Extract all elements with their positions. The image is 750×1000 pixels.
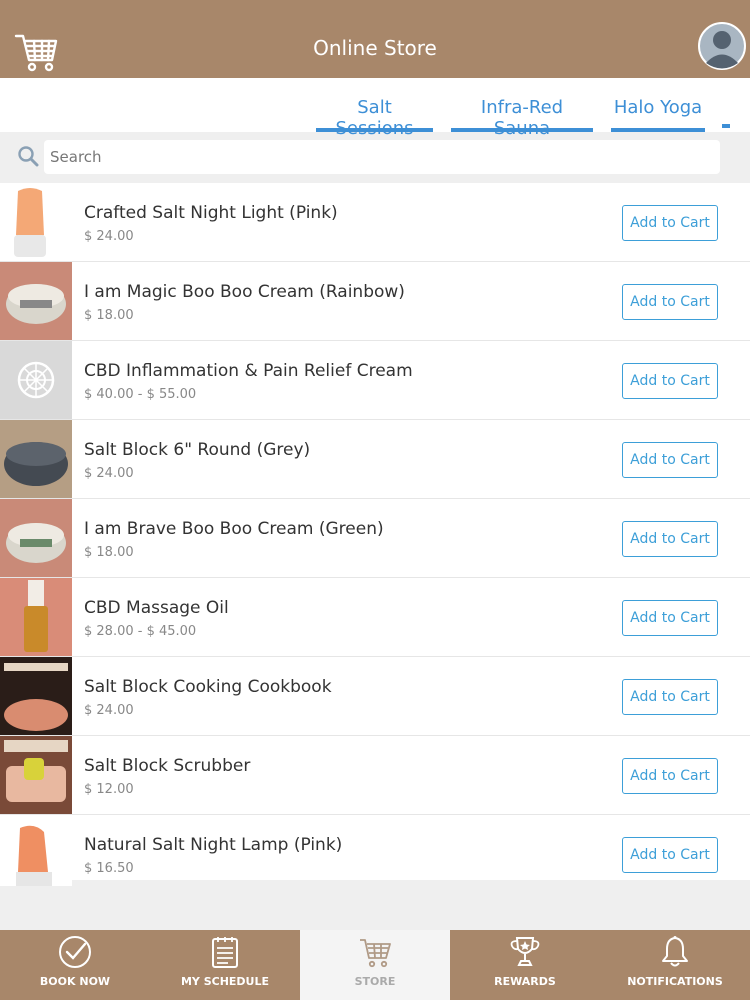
list-item: CBD Massage Oil $ 28.00 - $ 45.00 Add to…	[0, 578, 750, 657]
trophy-icon	[510, 937, 540, 966]
add-to-cart-button[interactable]: Add to Cart	[622, 679, 718, 715]
tab-overflow-indicator	[722, 124, 730, 128]
list-item: Salt Block Scrubber $ 12.00 Add to Cart	[0, 736, 750, 815]
bottom-nav: BOOK NOW MY SCHEDULE STORE REWARDS NOTIF…	[0, 930, 750, 1000]
list-item: Crafted Salt Night Light (Pink) $ 24.00 …	[0, 183, 750, 262]
search-input[interactable]: Search	[44, 140, 720, 174]
tab-salt-sessions[interactable]: Salt Sessions	[316, 78, 433, 139]
product-name: Salt Block Cooking Cookbook	[84, 677, 332, 697]
product-name: I am Brave Boo Boo Cream (Green)	[84, 519, 384, 539]
product-name: Crafted Salt Night Light (Pink)	[84, 203, 338, 223]
nav-book-now[interactable]: BOOK NOW	[0, 930, 150, 1000]
add-to-cart-button[interactable]: Add to Cart	[622, 837, 718, 873]
product-name: CBD Massage Oil	[84, 598, 229, 618]
list-item: I am Brave Boo Boo Cream (Green) $ 18.00…	[0, 499, 750, 578]
bell-icon	[662, 936, 688, 967]
nav-label: MY SCHEDULE	[180, 975, 270, 988]
product-image[interactable]	[0, 815, 72, 893]
add-to-cart-button[interactable]: Add to Cart	[622, 600, 718, 636]
list-item: CBD Inflammation & Pain Relief Cream $ 4…	[0, 341, 750, 420]
user-avatar-icon[interactable]	[698, 20, 746, 72]
add-to-cart-button[interactable]: Add to Cart	[622, 363, 718, 399]
product-image[interactable]	[0, 341, 72, 419]
nav-rewards[interactable]: REWARDS	[450, 930, 600, 1000]
product-price: $ 40.00 - $ 55.00	[84, 387, 197, 402]
product-name: CBD Inflammation & Pain Relief Cream	[84, 361, 413, 381]
list-item: Salt Block 6" Round (Grey) $ 24.00 Add t…	[0, 420, 750, 499]
list-item: Natural Salt Night Lamp (Pink) $ 16.50 A…	[0, 815, 750, 886]
nav-notifications[interactable]: NOTIFICATIONS	[600, 930, 750, 1000]
add-to-cart-button[interactable]: Add to Cart	[622, 442, 718, 478]
product-price: $ 24.00	[84, 703, 134, 718]
product-name: Salt Block Scrubber	[84, 756, 251, 776]
nav-label: REWARDS	[494, 975, 556, 988]
add-to-cart-button[interactable]: Add to Cart	[622, 284, 718, 320]
add-to-cart-button[interactable]: Add to Cart	[622, 521, 718, 557]
product-price: $ 18.00	[84, 308, 134, 323]
product-price: $ 18.00	[84, 545, 134, 560]
nav-my-schedule[interactable]: MY SCHEDULE	[150, 930, 300, 1000]
check-circle-icon	[59, 936, 91, 968]
product-image[interactable]	[0, 183, 72, 261]
list-item: Salt Block Cooking Cookbook $ 24.00 Add …	[0, 657, 750, 736]
product-image[interactable]	[0, 499, 72, 577]
tab-halo-yoga[interactable]: Halo Yoga	[611, 78, 705, 132]
add-to-cart-button[interactable]: Add to Cart	[622, 758, 718, 794]
product-image[interactable]	[0, 736, 72, 814]
product-price: $ 28.00 - $ 45.00	[84, 624, 197, 639]
product-name: Natural Salt Night Lamp (Pink)	[84, 835, 343, 855]
product-name: I am Magic Boo Boo Cream (Rainbow)	[84, 282, 405, 302]
tab-infra-red-sauna[interactable]: Infra-Red Sauna	[451, 78, 593, 139]
category-tabs: Salt Sessions Infra-Red Sauna Halo Yoga	[0, 78, 750, 139]
product-image[interactable]	[0, 262, 72, 340]
nav-label: STORE	[354, 975, 396, 988]
product-image[interactable]	[0, 420, 72, 498]
nav-store[interactable]: STORE	[300, 930, 450, 1000]
nav-label: BOOK NOW	[39, 975, 111, 988]
product-price: $ 12.00	[84, 782, 134, 797]
nav-label: NOTIFICATIONS	[627, 975, 723, 988]
product-list: Crafted Salt Night Light (Pink) $ 24.00 …	[0, 183, 750, 886]
product-price: $ 16.50	[84, 861, 134, 876]
list-item: I am Magic Boo Boo Cream (Rainbow) $ 18.…	[0, 262, 750, 341]
add-to-cart-button[interactable]: Add to Cart	[622, 205, 718, 241]
app-header: Online Store	[0, 0, 750, 78]
calendar-icon	[212, 937, 238, 968]
page-title: Online Store	[313, 36, 437, 60]
product-name: Salt Block 6" Round (Grey)	[84, 440, 311, 460]
shopping-cart-icon	[360, 939, 391, 968]
search-icon	[18, 146, 39, 167]
product-price: $ 24.00	[84, 466, 134, 481]
product-price: $ 24.00	[84, 229, 134, 244]
product-image[interactable]	[0, 657, 72, 735]
product-image[interactable]	[0, 578, 72, 656]
